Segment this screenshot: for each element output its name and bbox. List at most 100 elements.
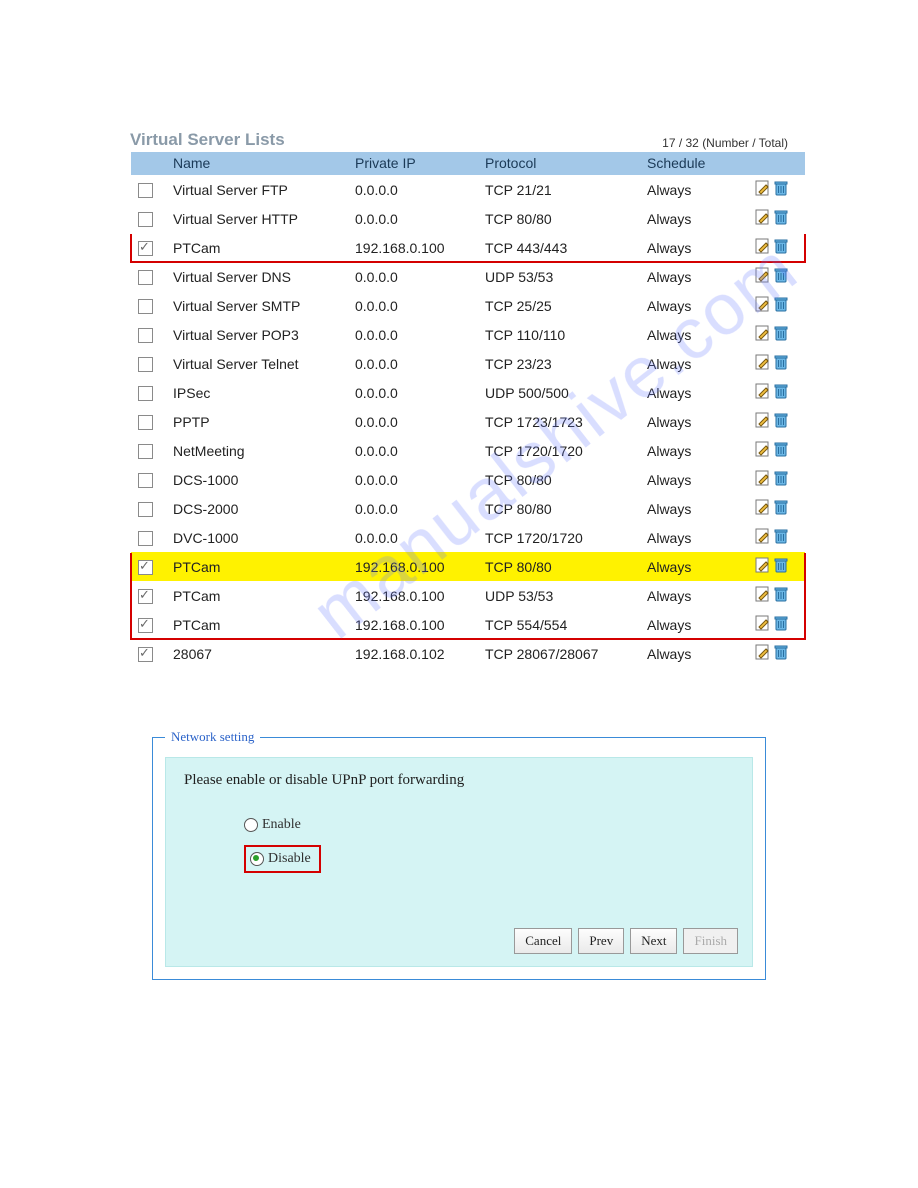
virtual-server-table: Name Private IP Protocol Schedule Virtua… — [130, 152, 806, 669]
table-row: PTCam192.168.0.100UDP 53/53Always — [131, 581, 805, 610]
row-schedule: Always — [641, 610, 749, 639]
row-checkbox[interactable] — [138, 241, 153, 256]
trash-icon[interactable] — [773, 557, 789, 576]
trash-icon[interactable] — [773, 615, 789, 634]
row-schedule: Always — [641, 552, 749, 581]
edit-icon[interactable] — [755, 528, 771, 547]
network-setting-legend: Network setting — [165, 729, 260, 745]
table-row: PTCam192.168.0.100TCP 554/554Always — [131, 610, 805, 639]
row-protocol: TCP 554/554 — [479, 610, 641, 639]
cancel-button[interactable]: Cancel — [514, 928, 572, 954]
row-checkbox[interactable] — [138, 618, 153, 633]
trash-icon[interactable] — [773, 325, 789, 344]
table-row: IPSec0.0.0.0UDP 500/500Always — [131, 378, 805, 407]
edit-icon[interactable] — [755, 499, 771, 518]
radio-enable-row[interactable]: Enable — [244, 817, 734, 833]
virtual-server-header: Virtual Server Lists 17 / 32 (Number / T… — [130, 130, 788, 150]
col-header-private-ip: Private IP — [349, 152, 479, 175]
row-protocol: TCP 25/25 — [479, 291, 641, 320]
row-checkbox[interactable] — [138, 444, 153, 459]
table-row: 28067192.168.0.102TCP 28067/28067Always — [131, 639, 805, 668]
row-schedule: Always — [641, 349, 749, 378]
edit-icon[interactable] — [755, 209, 771, 228]
edit-icon[interactable] — [755, 325, 771, 344]
finish-button: Finish — [683, 928, 738, 954]
edit-icon[interactable] — [755, 180, 771, 199]
row-schedule: Always — [641, 291, 749, 320]
row-checkbox[interactable] — [138, 502, 153, 517]
row-checkbox[interactable] — [138, 415, 153, 430]
next-button[interactable]: Next — [630, 928, 677, 954]
row-checkbox[interactable] — [138, 589, 153, 604]
edit-icon[interactable] — [755, 267, 771, 286]
trash-icon[interactable] — [773, 499, 789, 518]
edit-icon[interactable] — [755, 644, 771, 663]
table-row: PPTP0.0.0.0TCP 1723/1723Always — [131, 407, 805, 436]
row-checkbox[interactable] — [138, 560, 153, 575]
trash-icon[interactable] — [773, 209, 789, 228]
edit-icon[interactable] — [755, 238, 771, 257]
trash-icon[interactable] — [773, 267, 789, 286]
trash-icon[interactable] — [773, 180, 789, 199]
row-checkbox[interactable] — [138, 328, 153, 343]
row-checkbox[interactable] — [138, 212, 153, 227]
edit-icon[interactable] — [755, 383, 771, 402]
table-row: Virtual Server POP30.0.0.0TCP 110/110Alw… — [131, 320, 805, 349]
row-checkbox[interactable] — [138, 531, 153, 546]
edit-icon[interactable] — [755, 615, 771, 634]
row-private-ip: 0.0.0.0 — [349, 349, 479, 378]
edit-icon[interactable] — [755, 557, 771, 576]
row-schedule: Always — [641, 523, 749, 552]
col-header-name: Name — [167, 152, 349, 175]
row-name: Virtual Server SMTP — [167, 291, 349, 320]
prev-button[interactable]: Prev — [578, 928, 624, 954]
edit-icon[interactable] — [755, 296, 771, 315]
row-private-ip: 0.0.0.0 — [349, 494, 479, 523]
table-row: DCS-20000.0.0.0TCP 80/80Always — [131, 494, 805, 523]
row-protocol: TCP 110/110 — [479, 320, 641, 349]
row-name: 28067 — [167, 639, 349, 668]
row-checkbox[interactable] — [138, 386, 153, 401]
edit-icon[interactable] — [755, 412, 771, 431]
trash-icon[interactable] — [773, 238, 789, 257]
row-protocol: TCP 80/80 — [479, 204, 641, 233]
row-private-ip: 0.0.0.0 — [349, 407, 479, 436]
row-schedule: Always — [641, 407, 749, 436]
row-protocol: TCP 28067/28067 — [479, 639, 641, 668]
row-name: PTCam — [167, 581, 349, 610]
edit-icon[interactable] — [755, 441, 771, 460]
trash-icon[interactable] — [773, 441, 789, 460]
row-name: Virtual Server DNS — [167, 262, 349, 291]
trash-icon[interactable] — [773, 528, 789, 547]
trash-icon[interactable] — [773, 586, 789, 605]
row-schedule: Always — [641, 378, 749, 407]
trash-icon[interactable] — [773, 412, 789, 431]
radio-disable[interactable] — [250, 852, 264, 866]
network-setting-panel: Please enable or disable UPnP port forwa… — [165, 757, 753, 967]
radio-enable[interactable] — [244, 818, 258, 832]
upnp-prompt: Please enable or disable UPnP port forwa… — [184, 772, 734, 789]
radio-disable-label: Disable — [268, 851, 311, 867]
row-name: DCS-2000 — [167, 494, 349, 523]
table-row: NetMeeting0.0.0.0TCP 1720/1720Always — [131, 436, 805, 465]
edit-icon[interactable] — [755, 586, 771, 605]
wizard-button-row: Cancel Prev Next Finish — [514, 928, 738, 954]
edit-icon[interactable] — [755, 354, 771, 373]
row-checkbox[interactable] — [138, 647, 153, 662]
trash-icon[interactable] — [773, 644, 789, 663]
row-checkbox[interactable] — [138, 183, 153, 198]
row-checkbox[interactable] — [138, 473, 153, 488]
trash-icon[interactable] — [773, 354, 789, 373]
row-checkbox[interactable] — [138, 357, 153, 372]
row-protocol: TCP 1720/1720 — [479, 436, 641, 465]
trash-icon[interactable] — [773, 296, 789, 315]
trash-icon[interactable] — [773, 383, 789, 402]
row-protocol: TCP 80/80 — [479, 494, 641, 523]
edit-icon[interactable] — [755, 470, 771, 489]
trash-icon[interactable] — [773, 470, 789, 489]
table-row: Virtual Server DNS0.0.0.0UDP 53/53Always — [131, 262, 805, 291]
row-checkbox[interactable] — [138, 270, 153, 285]
row-checkbox[interactable] — [138, 299, 153, 314]
row-protocol: TCP 80/80 — [479, 465, 641, 494]
row-name: IPSec — [167, 378, 349, 407]
